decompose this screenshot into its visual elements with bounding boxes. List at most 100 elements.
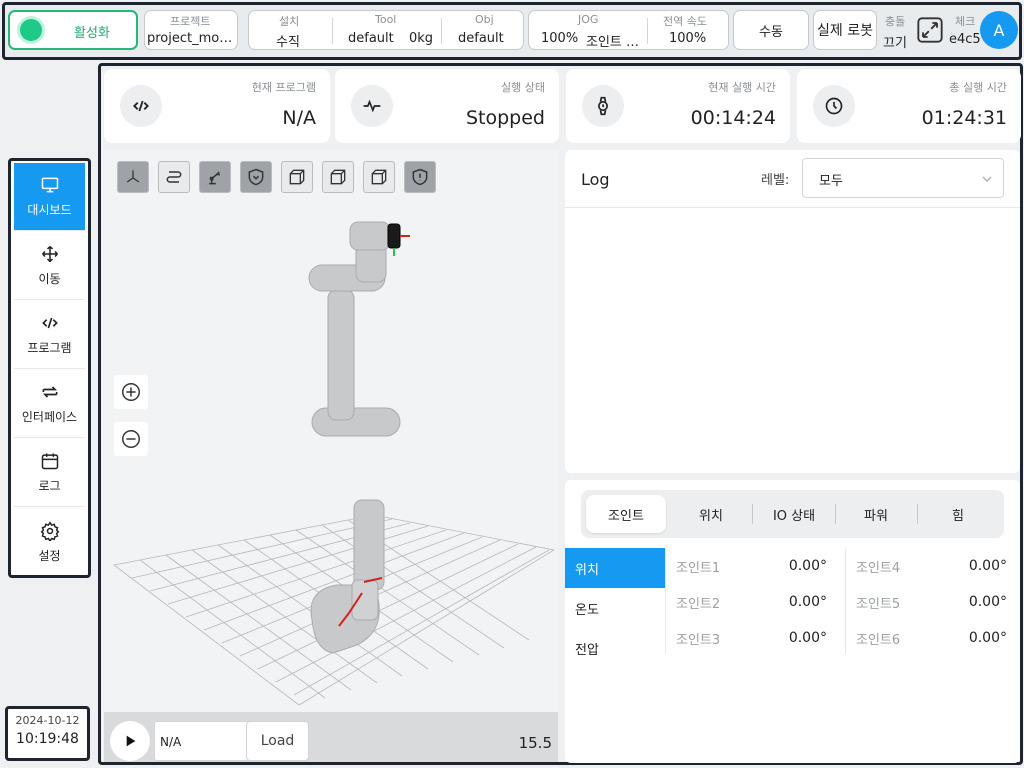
tool-label: Tool — [375, 13, 397, 26]
status-dot-icon — [20, 19, 42, 41]
fps-readout: 15.5 — [518, 734, 552, 752]
jog-mode: 조인트 … — [586, 35, 640, 50]
check-value: e4c5 — [949, 32, 981, 47]
nav-item-settings[interactable]: 설정 — [14, 508, 85, 576]
total-run-time-value: 01:24:31 — [921, 107, 1007, 129]
joint-name: 조인트2 — [676, 596, 721, 612]
side-tab-temperature[interactable]: 온도 — [565, 588, 665, 628]
joint-tabs: 조인트 위치 IO 상태 파워 힘 — [581, 490, 1004, 538]
tab-position[interactable]: 위치 — [671, 495, 751, 533]
left-navigation: 대시보드 이동 프로그램 인터페이스 로그 설정 — [8, 158, 91, 578]
activate-button[interactable]: 활성화 — [8, 10, 138, 50]
jog-speed-group[interactable]: JOG 100% 조인트 … 전역 속도 100% — [528, 10, 729, 50]
global-speed-value: 100% — [669, 31, 707, 46]
tool-weight: 0kg — [409, 31, 434, 46]
datetime-display: 2024-10-12 10:19:48 — [5, 706, 90, 761]
current-run-time-card: 현재 실행 시간 00:14:24 — [566, 69, 790, 143]
check-label: 체크 — [955, 15, 976, 28]
joint-name: 조인트5 — [856, 596, 901, 612]
zoom-out-icon[interactable] — [114, 422, 148, 456]
joint-row: 조인트3 0.00° — [666, 620, 841, 656]
collision-label: 충돌 — [885, 15, 906, 28]
install-tool-obj-group[interactable]: 설치 수직 Tool default 0kg Obj default — [248, 10, 524, 50]
joint-row: 조인트5 0.00° — [846, 584, 1021, 620]
side-tab-voltage[interactable]: 전압 — [565, 628, 665, 668]
joint-value: 0.00° — [788, 558, 827, 574]
avatar[interactable]: A — [980, 11, 1018, 49]
nav-item-program[interactable]: 프로그램 — [14, 301, 85, 369]
clock-icon — [813, 85, 855, 127]
current-program-value: N/A — [282, 107, 316, 129]
run-state-card: 실행 상태 Stopped — [335, 69, 559, 143]
collision-toggle[interactable]: 충돌 끄기 — [883, 11, 915, 51]
joint-name: 조인트4 — [856, 560, 901, 576]
project-label: 프로젝트 — [170, 15, 211, 28]
robot-3d-viewport[interactable]: N/A Load 15.5 — [104, 150, 558, 762]
nav-label: 인터페이스 — [21, 410, 78, 424]
time-text: 10:19:48 — [16, 731, 79, 747]
check-indicator[interactable]: 체크 e4c5 — [949, 11, 981, 51]
log-level-select[interactable]: 모두 — [802, 158, 1004, 198]
side-tab-position[interactable]: 위치 — [565, 548, 665, 588]
joint-value: 0.00° — [968, 558, 1007, 574]
expand-icon[interactable] — [916, 16, 946, 46]
real-robot-button[interactable]: 실제 로봇 — [813, 10, 877, 50]
calendar-icon — [41, 453, 58, 470]
zoom-in-icon[interactable] — [114, 375, 148, 409]
tab-io-status[interactable]: IO 상태 — [753, 495, 835, 533]
move-icon — [41, 245, 58, 263]
run-state-value: Stopped — [465, 107, 545, 129]
activate-label: 활성화 — [74, 26, 110, 41]
tool-name: default — [348, 31, 394, 46]
joint-value: 0.00° — [788, 594, 827, 610]
log-title: Log — [581, 170, 610, 189]
joint-row: 조인트1 0.00° — [666, 548, 841, 584]
joint-name: 조인트1 — [676, 560, 721, 576]
nav-label: 설정 — [38, 548, 61, 563]
current-run-time-label: 현재 실행 시간 — [708, 81, 776, 94]
robot-arm — [308, 221, 401, 654]
obj-value: default — [458, 31, 504, 46]
nav-item-log[interactable]: 로그 — [14, 439, 85, 507]
nav-label: 로그 — [38, 479, 61, 493]
play-icon[interactable] — [110, 721, 150, 761]
activity-icon — [351, 85, 393, 127]
total-run-time-label: 총 실행 시간 — [949, 81, 1007, 94]
log-level-label: 레벨: — [761, 173, 790, 188]
chevron-down-icon — [982, 176, 992, 182]
joint-row: 조인트2 0.00° — [666, 584, 841, 620]
joint-status-panel: 조인트 위치 IO 상태 파워 힘 위치 온도 전압 조인트1 0.00° 조인… — [565, 480, 1020, 763]
joint-column-right: 조인트4 0.00° 조인트5 0.00° 조인트6 0.00° — [845, 548, 1020, 654]
nav-item-interface[interactable]: 인터페이스 — [14, 370, 85, 438]
load-button[interactable]: Load — [246, 721, 309, 761]
joint-value: 0.00° — [968, 594, 1007, 610]
manual-mode-button[interactable]: 수동 — [733, 10, 809, 50]
tab-force[interactable]: 힘 — [918, 495, 998, 533]
total-run-time-card: 총 실행 시간 01:24:31 — [797, 69, 1021, 143]
nav-item-move[interactable]: 이동 — [14, 232, 85, 300]
current-program-label: 현재 프로그램 — [251, 81, 316, 94]
project-selector[interactable]: 프로젝트 project_mo… — [144, 10, 238, 50]
joint-row: 조인트4 0.00° — [846, 548, 1021, 584]
tab-power[interactable]: 파워 — [836, 495, 916, 533]
global-speed-label: 전역 속도 — [663, 15, 707, 28]
date-text: 2024-10-12 — [15, 714, 80, 727]
current-run-time-value: 00:14:24 — [690, 107, 776, 129]
loaded-program-name: N/A — [160, 735, 182, 749]
nav-item-dashboard[interactable]: 대시보드 — [14, 163, 85, 231]
nav-label: 이동 — [38, 272, 61, 286]
gear-icon — [40, 520, 59, 541]
robot-scene — [113, 221, 556, 706]
install-value: 수직 — [276, 35, 300, 50]
joint-value: 0.00° — [788, 630, 827, 646]
project-value: project_mo… — [147, 31, 233, 46]
collision-value: 끄기 — [883, 36, 907, 51]
install-label: 설치 — [279, 15, 300, 28]
joint-name: 조인트3 — [676, 632, 721, 648]
watch-icon — [582, 85, 624, 127]
tab-joint[interactable]: 조인트 — [586, 495, 666, 533]
monitor-icon — [41, 177, 58, 193]
log-level-value: 모두 — [819, 174, 843, 189]
obj-label: Obj — [475, 13, 494, 26]
viewport-control-bar: N/A Load 15.5 — [104, 712, 558, 762]
